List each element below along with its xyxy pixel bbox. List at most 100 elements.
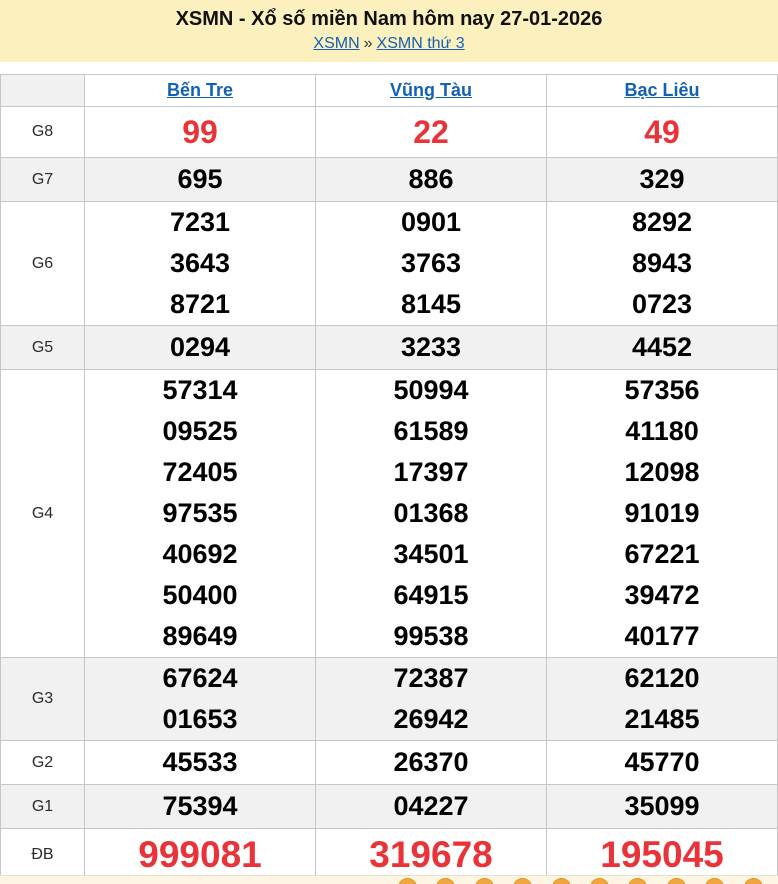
column-header-vung-tau: Vũng Tàu (316, 75, 547, 107)
result-number: 72387 (316, 658, 546, 699)
province-link-vung-tau[interactable]: Vũng Tàu (390, 80, 472, 100)
result-cell: 3233 (316, 326, 547, 370)
result-cell: 6762401653 (85, 658, 316, 741)
prize-column-header (1, 75, 85, 107)
result-number: 40692 (85, 534, 315, 575)
result-number: 7231 (85, 202, 315, 243)
result-cell: 6212021485 (547, 658, 778, 741)
result-cell: 4452 (547, 326, 778, 370)
result-cell: 57356411801209891019672213947240177 (547, 370, 778, 658)
result-cell: 45533 (85, 741, 316, 785)
result-number: 62120 (547, 658, 777, 699)
loto-ball-icon (628, 878, 647, 884)
result-number: 8943 (547, 243, 777, 284)
loto-ball-icon (436, 878, 455, 884)
result-number: 72405 (85, 452, 315, 493)
result-cell: 99 (85, 107, 316, 158)
result-number: 97535 (85, 493, 315, 534)
prize-label: G1 (1, 785, 85, 829)
prize-label: G4 (1, 370, 85, 658)
loto-ball-icon (398, 878, 417, 884)
result-number: 45533 (85, 742, 315, 783)
lottery-results-table: Bến Tre Vũng Tàu Bạc Liêu G8992249G76958… (0, 74, 778, 882)
page-title: XSMN - Xổ số miền Nam hôm nay 27-01-2026 (0, 6, 778, 32)
prize-row-đb: ĐB999081319678195045 (1, 829, 778, 882)
result-cell: 319678 (316, 829, 547, 882)
prize-label: G6 (1, 202, 85, 326)
result-cell: 695 (85, 158, 316, 202)
loto-balls-strip (0, 875, 778, 884)
result-number: 329 (547, 159, 777, 200)
breadcrumb-separator: » (360, 35, 377, 52)
result-cell: 886 (316, 158, 547, 202)
result-number: 75394 (85, 786, 315, 827)
loto-ball-icon (705, 878, 724, 884)
result-number: 41180 (547, 411, 777, 452)
result-cell: 723136438721 (85, 202, 316, 326)
result-number: 99 (85, 107, 315, 157)
table-header-row: Bến Tre Vũng Tàu Bạc Liêu (1, 75, 778, 107)
prize-label: ĐB (1, 829, 85, 882)
result-cell: 35099 (547, 785, 778, 829)
result-cell: 04227 (316, 785, 547, 829)
prize-row-g2: G2455332637045770 (1, 741, 778, 785)
result-number: 49 (547, 107, 777, 157)
prize-row-g1: G1753940422735099 (1, 785, 778, 829)
result-number: 21485 (547, 699, 777, 740)
result-number: 61589 (316, 411, 546, 452)
result-number: 0294 (85, 327, 315, 368)
result-cell: 329 (547, 158, 778, 202)
result-number: 89649 (85, 616, 315, 657)
result-cell: 26370 (316, 741, 547, 785)
result-number: 34501 (316, 534, 546, 575)
result-number: 91019 (547, 493, 777, 534)
result-number: 45770 (547, 742, 777, 783)
result-number: 50994 (316, 370, 546, 411)
result-number: 99538 (316, 616, 546, 657)
loto-ball-icon (744, 878, 763, 884)
result-number: 39472 (547, 575, 777, 616)
result-cell: 45770 (547, 741, 778, 785)
result-number: 12098 (547, 452, 777, 493)
column-header-ben-tre: Bến Tre (85, 75, 316, 107)
prize-label: G7 (1, 158, 85, 202)
result-number: 01653 (85, 699, 315, 740)
result-number: 886 (316, 159, 546, 200)
result-number: 01368 (316, 493, 546, 534)
result-cell: 50994615891739701368345016491599538 (316, 370, 547, 658)
result-number: 26942 (316, 699, 546, 740)
province-link-ben-tre[interactable]: Bến Tre (167, 80, 233, 100)
result-number: 3763 (316, 243, 546, 284)
prize-row-g6: G6723136438721090137638145829289430723 (1, 202, 778, 326)
result-number: 4452 (547, 327, 777, 368)
result-number: 195045 (547, 829, 777, 881)
prize-label: G3 (1, 658, 85, 741)
result-cell: 57314095257240597535406925040089649 (85, 370, 316, 658)
result-cell: 0294 (85, 326, 316, 370)
breadcrumb: XSMN»XSMN thứ 3 (0, 34, 778, 54)
loto-ball-icon (475, 878, 494, 884)
result-cell: 829289430723 (547, 202, 778, 326)
result-number: 319678 (316, 829, 546, 881)
result-cell: 195045 (547, 829, 778, 882)
breadcrumb-link-xsmn-thu-3[interactable]: XSMN thứ 3 (377, 35, 465, 52)
prize-row-g8: G8992249 (1, 107, 778, 158)
result-number: 57314 (85, 370, 315, 411)
result-number: 40177 (547, 616, 777, 657)
result-number: 8145 (316, 284, 546, 325)
result-cell: 22 (316, 107, 547, 158)
result-cell: 7238726942 (316, 658, 547, 741)
result-cell: 49 (547, 107, 778, 158)
prize-label: G5 (1, 326, 85, 370)
result-cell: 999081 (85, 829, 316, 882)
result-number: 8292 (547, 202, 777, 243)
result-number: 3233 (316, 327, 546, 368)
breadcrumb-link-xsmn[interactable]: XSMN (313, 35, 359, 52)
result-number: 0723 (547, 284, 777, 325)
result-number: 695 (85, 159, 315, 200)
prize-label: G2 (1, 741, 85, 785)
province-link-bac-lieu[interactable]: Bạc Liêu (624, 80, 699, 100)
result-number: 67221 (547, 534, 777, 575)
result-number: 26370 (316, 742, 546, 783)
result-number: 3643 (85, 243, 315, 284)
